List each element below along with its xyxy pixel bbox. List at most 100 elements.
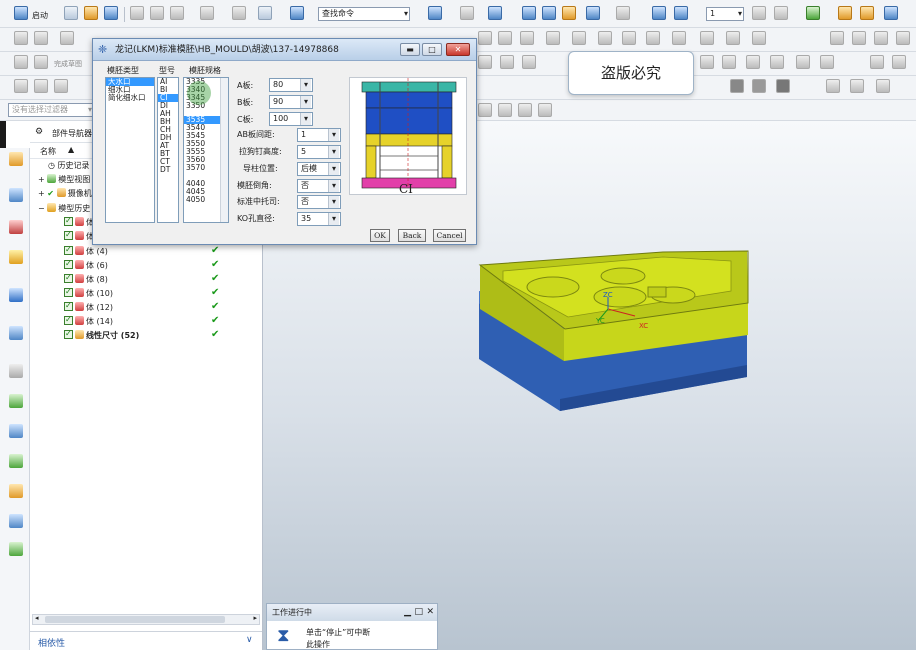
edit-5-icon[interactable] <box>850 79 864 93</box>
edit-2-icon[interactable] <box>34 79 48 93</box>
feature-7-icon[interactable] <box>622 31 636 45</box>
palette-icon[interactable] <box>9 514 23 528</box>
clock-icon[interactable] <box>9 364 23 378</box>
checkbox[interactable] <box>64 214 73 228</box>
curve-11-icon[interactable] <box>892 55 906 69</box>
wcs-icon[interactable] <box>652 6 666 20</box>
open-folder-icon[interactable] <box>84 6 98 20</box>
chevron-down-icon[interactable]: ∨ <box>246 635 253 645</box>
close-icon[interactable]: ✕ <box>446 43 470 56</box>
finish-sketch-2-icon[interactable] <box>34 55 48 69</box>
layer-select[interactable]: 1 <box>706 7 744 21</box>
horizontal-scrollbar[interactable]: ◂ ▸ <box>32 614 260 625</box>
feature-2-icon[interactable] <box>498 31 512 45</box>
snap-point-2-icon[interactable] <box>498 103 512 117</box>
guide-pos-select[interactable]: 后模 <box>297 162 341 176</box>
history-icon[interactable] <box>9 326 23 340</box>
dialog-titlebar[interactable]: ❈ 龙记(LKM)标准模胚\HB_MOULD\胡波\137-14978868 ▬… <box>93 39 476 61</box>
tree-item-cameras[interactable]: + ✔ 摄像机 <box>38 187 92 201</box>
feature-11-icon[interactable] <box>726 31 740 45</box>
selection-filter-icon[interactable] <box>428 6 442 20</box>
close-icon[interactable]: ✕ <box>426 604 434 621</box>
spec-scrollbar[interactable] <box>220 78 228 222</box>
new-file-icon[interactable] <box>64 6 78 20</box>
chamfer-select[interactable]: 否 <box>297 179 341 193</box>
curve-3-icon[interactable] <box>522 55 536 69</box>
ok-button[interactable]: OK <box>370 229 390 242</box>
constraint-navigator-icon[interactable] <box>9 220 23 234</box>
edit-3-icon[interactable] <box>54 79 68 93</box>
view-settings-icon[interactable] <box>586 6 600 20</box>
maximize-icon[interactable]: □ <box>422 43 442 56</box>
feature-5-icon[interactable] <box>572 31 586 45</box>
color-1-icon[interactable] <box>730 79 744 93</box>
kinematics-icon[interactable] <box>9 542 23 556</box>
feature-14-icon[interactable] <box>852 31 866 45</box>
tree-item-linear-dimension[interactable]: 线性尺寸 (52) <box>64 327 139 343</box>
ab-gap-select[interactable]: 1 <box>297 128 341 142</box>
b-plate-select[interactable]: 90 <box>269 95 313 109</box>
inspect-icon[interactable] <box>860 6 874 20</box>
finish-sketch-icon[interactable] <box>14 55 28 69</box>
scroll-left-icon[interactable]: ◂ <box>35 614 39 622</box>
window-icon[interactable] <box>258 6 272 20</box>
checkbox[interactable] <box>64 285 73 299</box>
system-scenes-icon[interactable] <box>9 484 23 498</box>
curve-4-icon[interactable] <box>700 55 714 69</box>
a-plate-select[interactable]: 80 <box>269 78 313 92</box>
snap-point-4-icon[interactable] <box>538 103 552 117</box>
copy-icon[interactable] <box>150 6 164 20</box>
feature-6-icon[interactable] <box>598 31 612 45</box>
column-name[interactable]: 名称 <box>40 146 56 157</box>
curve-1-icon[interactable] <box>478 55 492 69</box>
undo-icon[interactable] <box>200 6 214 20</box>
extrude-icon[interactable] <box>60 31 74 45</box>
feature-16-icon[interactable] <box>896 31 910 45</box>
checkbox[interactable] <box>64 271 73 285</box>
sketch-icon[interactable] <box>14 31 28 45</box>
tree-item-history[interactable]: ◷ 历史记录 <box>48 159 90 173</box>
wireframe-icon[interactable] <box>542 6 556 20</box>
feature-9-icon[interactable] <box>672 31 686 45</box>
layer-visibility-icon[interactable] <box>774 6 788 20</box>
feature-4-icon[interactable] <box>546 31 560 45</box>
curve-9-icon[interactable] <box>820 55 834 69</box>
reuse-library-icon[interactable] <box>9 250 23 264</box>
orient-view-icon[interactable] <box>562 6 576 20</box>
model-list[interactable]: AI BI CI DI AH BH CH DH AT BT CT DT <box>157 77 179 223</box>
measure-icon[interactable] <box>838 6 852 20</box>
curve-5-icon[interactable] <box>722 55 736 69</box>
c-plate-select[interactable]: 100 <box>269 112 313 126</box>
maximize-icon[interactable]: □ <box>414 604 423 621</box>
edit-1-icon[interactable] <box>14 79 28 93</box>
pull-nail-select[interactable]: 5 <box>297 145 341 159</box>
toolbar-more-icon[interactable] <box>884 6 898 20</box>
manufacturing-wizard-icon[interactable] <box>9 424 23 438</box>
move-object-icon[interactable] <box>674 6 688 20</box>
scroll-right-icon[interactable]: ▸ <box>253 614 257 622</box>
command-finder-input[interactable]: 查找命令 <box>318 7 410 21</box>
assembly-navigator-icon[interactable] <box>9 188 23 202</box>
snap-point-3-icon[interactable] <box>518 103 532 117</box>
curve-2-icon[interactable] <box>500 55 514 69</box>
mold-type-list[interactable]: 大水口 细水口 简化细水口 <box>105 77 155 223</box>
progress-titlebar[interactable]: 工作进行中 ▁ □ ✕ <box>267 604 437 621</box>
curve-7-icon[interactable] <box>770 55 784 69</box>
edit-6-icon[interactable] <box>876 79 890 93</box>
checkbox[interactable] <box>64 243 73 257</box>
checkbox[interactable] <box>64 313 73 327</box>
list-item[interactable]: DT <box>158 166 178 174</box>
checkbox[interactable] <box>64 257 73 271</box>
layer-settings-icon[interactable] <box>752 6 766 20</box>
feature-12-icon[interactable] <box>752 31 766 45</box>
color-2-icon[interactable] <box>752 79 766 93</box>
minimize-icon[interactable]: ▁ <box>404 604 411 621</box>
checkbox[interactable] <box>64 228 73 242</box>
checkbox[interactable] <box>64 299 73 313</box>
expand-icon[interactable]: + <box>38 175 47 184</box>
expand-icon[interactable]: + <box>38 189 47 198</box>
dependency-panel[interactable]: 相依性 ∨ <box>30 631 262 650</box>
background-icon[interactable] <box>616 6 630 20</box>
curve-8-icon[interactable] <box>796 55 810 69</box>
feature-13-icon[interactable] <box>830 31 844 45</box>
